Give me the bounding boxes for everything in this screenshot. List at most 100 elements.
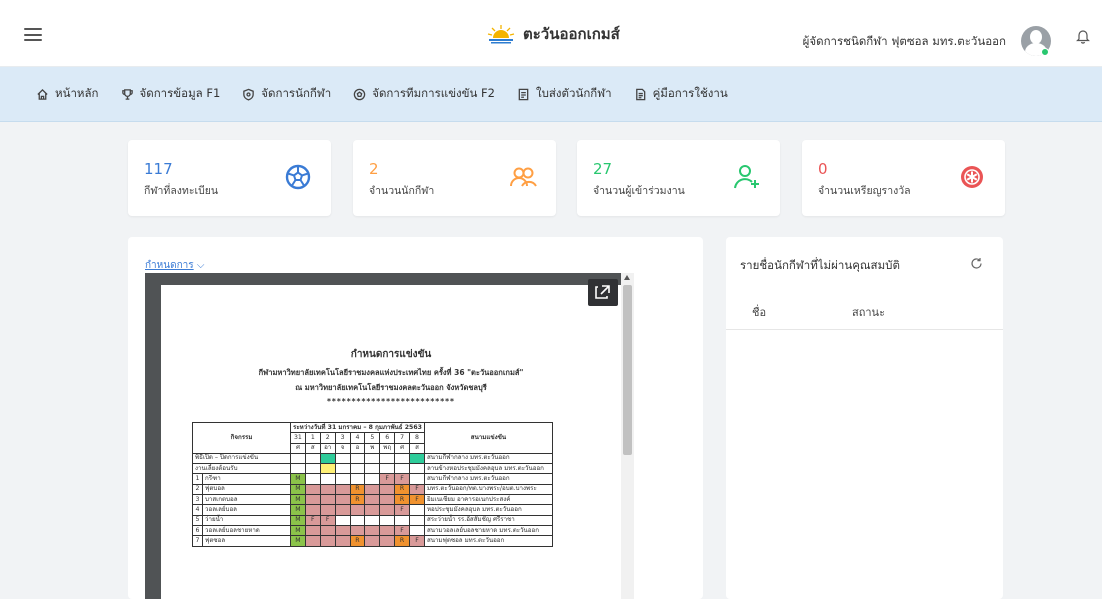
schedule-cell — [364, 514, 381, 526]
col-period: ระหว่างวันที่ 31 มกราคม – 8 กุมภาพันธ์ 2… — [290, 421, 425, 434]
schedule-cell — [349, 463, 366, 475]
table-row: 3 บาสเกตบอล M R R F ยิมเนเซียม อาคารอเนกประสงค… — [192, 494, 553, 506]
brand[interactable]: ตะวันออกเกมส์ — [487, 22, 620, 46]
venue-cell: มทร.ตะวันออก/ทต.บางพระ/อบต.บางพระ — [423, 483, 553, 496]
activity-name: วอลเลย์บอลชายหาด — [202, 524, 291, 537]
schedule-cell — [304, 494, 321, 506]
schedule-cell: R — [394, 494, 410, 506]
schedule-cell — [379, 452, 396, 465]
schedule-cell — [364, 504, 381, 516]
date-cell: 4 — [349, 432, 366, 444]
schedule-cell — [334, 535, 351, 547]
table-row: พิธีเปิด – ปิดการแข่งขัน สนามกีฬากลาง มทร… — [192, 452, 553, 465]
schedule-cell: M — [290, 535, 306, 547]
pdf-scrollbar[interactable] — [621, 273, 634, 599]
day-cell: พ — [364, 442, 381, 454]
menu-icon[interactable] — [24, 28, 42, 41]
popout-button[interactable] — [588, 279, 618, 306]
schedule-cell: M — [290, 504, 306, 516]
shield-icon — [243, 88, 255, 101]
schedule-cell: M — [290, 473, 306, 485]
schedule-cell — [319, 483, 336, 496]
schedule-cell: R — [349, 483, 366, 496]
schedule-cell — [334, 463, 351, 475]
home-icon — [37, 88, 48, 100]
nav-athlete-form[interactable]: ใบส่งตัวนักกีฬา — [517, 85, 612, 103]
nav-manage-athletes[interactable]: จัดการนักกีฬา — [242, 85, 331, 103]
schedule-cell — [304, 463, 321, 475]
schedule-cell — [379, 494, 396, 506]
schedule-cell — [334, 473, 351, 485]
schedule-cell — [304, 504, 321, 516]
refresh-icon[interactable] — [970, 257, 983, 270]
schedule-cell — [364, 473, 381, 485]
schedule-cell — [409, 504, 425, 516]
activity-name: ว่ายน้ำ — [202, 514, 291, 526]
activity-name: ฟุตซอล — [202, 535, 291, 547]
schedule-cell — [349, 524, 366, 537]
stat-value: 117 — [144, 160, 173, 178]
schedule-cell — [364, 535, 381, 547]
nav-label: คู่มือการใช้งาน — [652, 86, 728, 100]
football-icon — [285, 164, 311, 190]
schedule-cell — [304, 535, 321, 547]
schedule-dropdown[interactable]: กำหนดการ ⌵ — [145, 258, 204, 273]
main-nav: หน้าหลัก จัดการข้อมูล F1 จัดการนักกีฬา จ… — [0, 67, 1102, 122]
schedule-cell — [319, 535, 336, 547]
nav-label: จัดการนักกีฬา — [261, 86, 332, 100]
date-cell: 8 — [409, 432, 425, 444]
table-row: 5 ว่ายน้ำ M F F สระว่ายน้ำ รร.อัสสัมชัญ ศรีรา… — [192, 514, 553, 526]
nav-label: จัดการทีมการแข่งขัน F2 — [372, 86, 495, 100]
activity-no: 2 — [192, 483, 203, 496]
dropdown-label: กำหนดการ — [145, 260, 194, 271]
manual-icon — [635, 88, 645, 100]
date-cell: 5 — [364, 432, 381, 444]
date-cell: 3 — [334, 432, 351, 444]
doc-subtitle: กีฬามหาวิทยาลัยเทคโนโลยีราชมงคลแห่งประเท… — [258, 368, 524, 377]
day-cell: พฤ — [379, 442, 396, 454]
user-name[interactable]: ผู้จัดการชนิดกีฬา ฟุตซอล มทร.ตะวันออก — [803, 33, 1006, 51]
schedule-cell — [379, 483, 396, 496]
bell-icon[interactable] — [1076, 28, 1090, 44]
stat-value: 0 — [818, 160, 828, 178]
stat-label: จำนวนนักกีฬา — [369, 185, 435, 197]
trophy-icon — [121, 88, 133, 100]
column-header-status: สถานะ — [852, 306, 885, 319]
day-cell: ส — [409, 442, 425, 454]
nav-manage-teams[interactable]: จัดการทีมการแข่งขัน F2 — [353, 85, 495, 103]
venue-cell: สนามกีฬากลาง มทร.ตะวันออก — [423, 452, 553, 465]
activity-no: 1 — [192, 473, 203, 485]
schedule-cell — [394, 452, 410, 465]
document-icon — [518, 88, 529, 100]
day-cell: จ — [334, 442, 351, 454]
date-cell: 2 — [319, 432, 336, 444]
nav-manual[interactable]: คู่มือการใช้งาน — [634, 85, 728, 103]
nav-manage-data[interactable]: จัดการข้อมูล F1 — [121, 85, 220, 103]
nav-label: หน้าหลัก — [55, 86, 99, 100]
day-cell: ส — [304, 442, 321, 454]
stat-card-participants: 27 จำนวนผู้เข้าร่วมงาน — [577, 140, 780, 216]
schedule-cell: F — [319, 514, 336, 526]
date-cell: 31 — [290, 432, 306, 444]
schedule-cell: M — [290, 483, 306, 496]
pdf-viewer[interactable]: กำหนดการแข่งขัน กีฬามหาวิทยาลัยเทคโนโลยี… — [145, 273, 634, 599]
online-status-dot — [1041, 48, 1049, 56]
nav-home[interactable]: หน้าหลัก — [36, 85, 99, 103]
column-header-name: ชื่อ — [752, 306, 767, 319]
schedule-cell — [379, 535, 396, 547]
activity-name: บาสเกตบอล — [202, 494, 291, 506]
schedule-cell: R — [349, 535, 366, 547]
schedule-cell — [349, 452, 366, 465]
schedule-cell: F — [409, 535, 425, 547]
schedule-cell — [334, 514, 351, 526]
venue-cell: ลานข้างหอประชุมมังคลอุบล มทร.ตะวันออก — [423, 463, 553, 475]
schedule-cell: R — [349, 494, 366, 506]
schedule-cell — [379, 463, 396, 475]
schedule-cell — [409, 514, 425, 526]
venue-cell: สนามฟุตซอล มทร.ตะวันออก — [423, 535, 553, 547]
stat-card-medals: 0 จำนวนเหรียญรางวัล — [802, 140, 1005, 216]
user-plus-icon — [734, 165, 759, 189]
venue-cell: สนามกีฬากลาง มทร.ตะวันออก — [423, 473, 553, 485]
venue-cell: สระว่ายน้ำ รร.อัสสัมชัญ ศรีราชา — [423, 514, 553, 526]
activity-name: กรีฑา — [202, 473, 291, 485]
